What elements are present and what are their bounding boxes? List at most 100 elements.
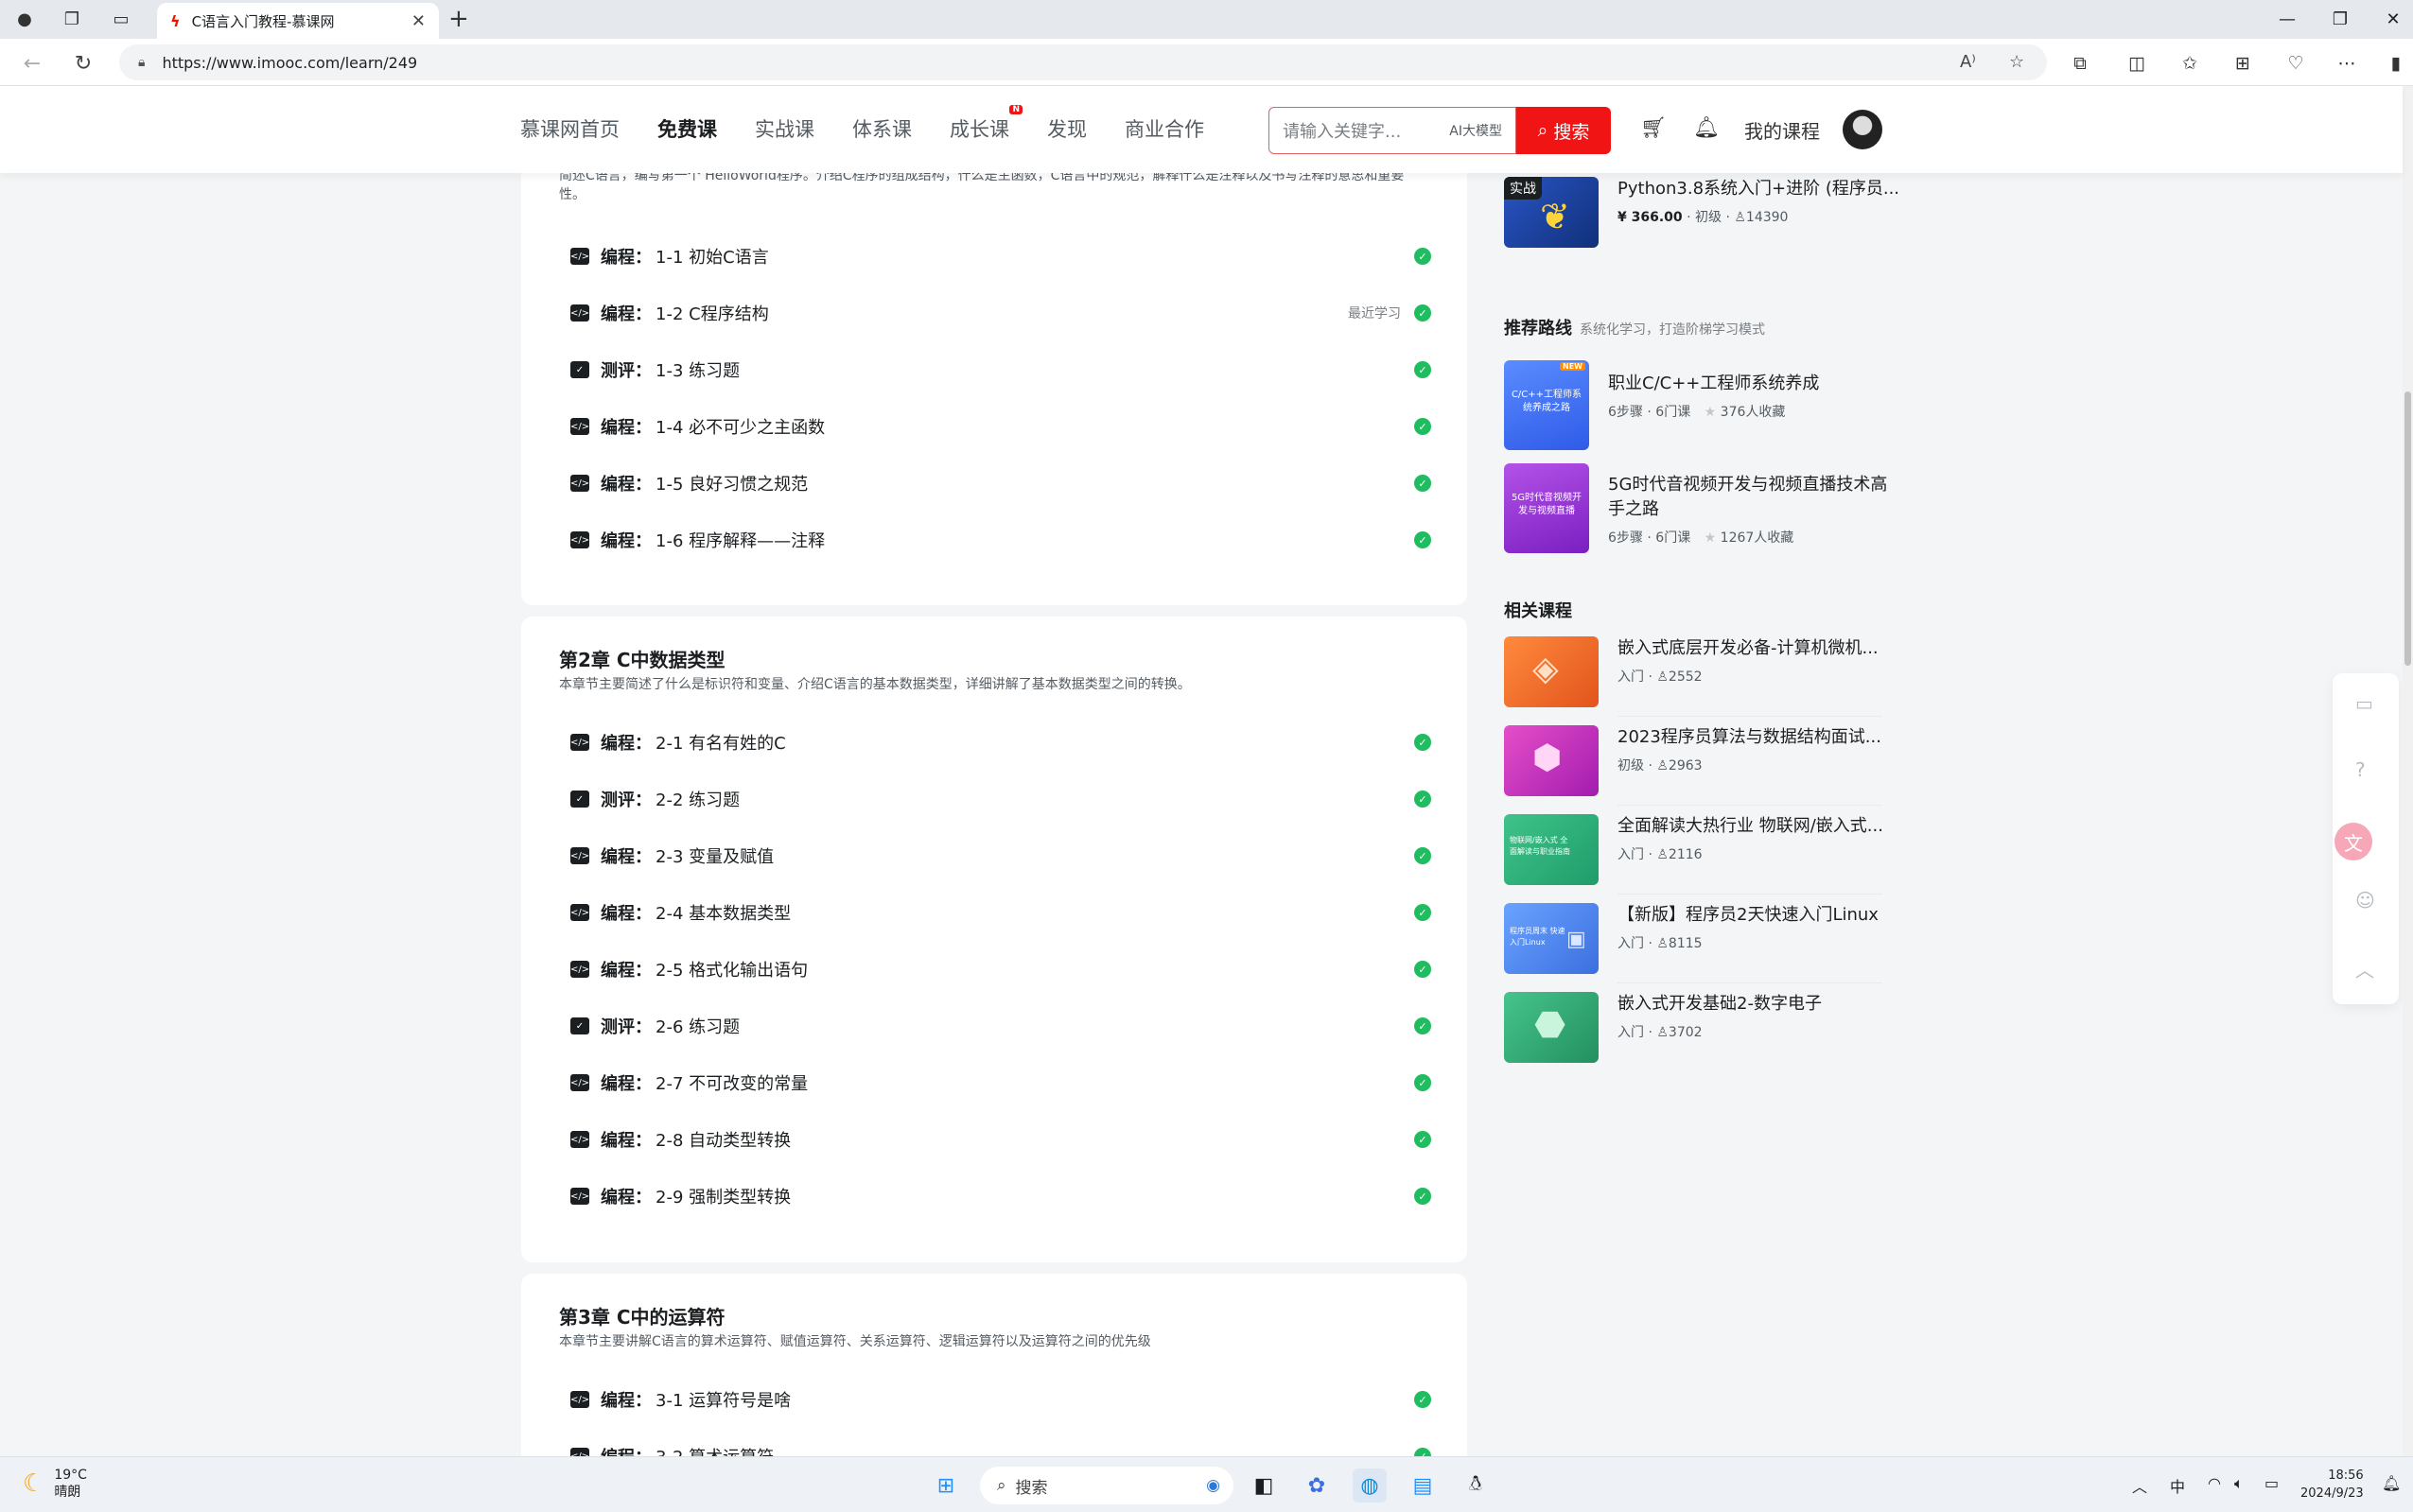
my-courses-link[interactable]: 我的课程 bbox=[1744, 116, 1820, 144]
lesson-item[interactable]: </> 编程： 1-6 程序解释——注释 ✓ bbox=[570, 526, 1431, 554]
related-course-item[interactable]: ⬢ 2023程序员算法与数据结构面试... 初级 · ♙2963 bbox=[1504, 725, 1901, 796]
read-aloud-icon[interactable]: A⁾ bbox=[1960, 52, 1976, 72]
related-course-item[interactable]: ◈ 嵌入式底层开发必备-计算机微机... 入门 · ♙2552 bbox=[1504, 636, 1901, 707]
lesson-item[interactable]: </> 编程： 1-1 初始C语言 ✓ bbox=[570, 242, 1431, 270]
course-meta: 初级 · ♙2963 bbox=[1617, 758, 1703, 773]
sidebar-course-item[interactable]: 实战 ❦ Python3.8系统入门+进阶 (程序员... ¥ 366.00 ·… bbox=[1504, 177, 1901, 248]
extensions-icon[interactable]: ⧉ bbox=[2066, 50, 2094, 77]
feedback-icon[interactable]: ☺ bbox=[2355, 889, 2375, 912]
course-title: 嵌入式开发基础2-数字电子 bbox=[1617, 994, 1822, 1014]
lesson-item[interactable]: ✓ 测评： 2-2 练习题 ✓ bbox=[570, 785, 1431, 813]
wifi-icon[interactable]: ◠ bbox=[2208, 1474, 2221, 1492]
url-field[interactable]: 🔒︎ https://www.imooc.com/learn/249 A⁾ ☆ bbox=[119, 44, 2047, 80]
refresh-icon[interactable]: ↻ bbox=[68, 48, 98, 78]
widgets-icon[interactable]: ✿ bbox=[1300, 1469, 1334, 1503]
route-title: 5G时代音视频开发与视频直播技术高手之路 bbox=[1608, 475, 1888, 519]
notification-bell-icon[interactable]: 🔔︎ bbox=[2382, 1474, 2401, 1492]
nav-practical-courses[interactable]: 实战课 bbox=[755, 114, 814, 143]
lesson-item[interactable]: </> 编程： 3-2 算术运算符✓ bbox=[570, 1442, 1431, 1456]
favorites-icon[interactable]: ✩ bbox=[2176, 50, 2204, 77]
lesson-item[interactable]: </> 编程： 2-9 强制类型转换 ✓ bbox=[570, 1182, 1431, 1210]
related-course-item[interactable]: 程序员周末 快速入门Linux ▣ 【新版】程序员2天快速入门Linux 入门 … bbox=[1504, 903, 1901, 974]
lesson-name: 2-6 练习题 bbox=[656, 1017, 741, 1037]
windows-taskbar: ☾ 19°C 晴朗 ⊞ ⌕ 搜索 ◉ ◧ ✿ ◍ ▤ 🐧︎ ︿ 中 ◠ 🔈︎ ▭… bbox=[0, 1456, 2413, 1512]
lesson-item[interactable]: </> 编程： 1-4 必不可少之主函数 ✓ bbox=[570, 412, 1431, 441]
start-icon[interactable]: ⊞ bbox=[929, 1469, 963, 1503]
bell-icon[interactable]: 🔔︎ bbox=[1693, 116, 1720, 140]
lesson-item[interactable]: ✓ 测评： 1-3 练习题 ✓ bbox=[570, 356, 1431, 384]
scrollbar-thumb[interactable] bbox=[2404, 391, 2411, 666]
related-course-item[interactable]: 物联网/嵌入式 全面解读与职业指南 全面解读大热行业 物联网/嵌入式... 入门… bbox=[1504, 814, 1901, 885]
route-item[interactable]: NEW C/C++工程师系统养成之路 职业C/C++工程师系统养成 6步骤 · … bbox=[1504, 360, 1892, 450]
floating-toolbar: ▭ ? 文 ☺ ︿ bbox=[2333, 673, 2399, 1004]
lesson-item[interactable]: </> 编程： 2-1 有名有姓的C ✓ bbox=[570, 728, 1431, 756]
nav-home[interactable]: 慕课网首页 bbox=[520, 114, 620, 143]
back-to-top-icon[interactable]: ︿ bbox=[2355, 955, 2374, 982]
battery-icon[interactable]: ▭ bbox=[2264, 1474, 2279, 1492]
related-course-item[interactable]: ⬣ 嵌入式开发基础2-数字电子 入门 · ♙3702 bbox=[1504, 992, 1901, 1063]
nav-free-courses[interactable]: 免费课 bbox=[657, 114, 717, 143]
close-window-icon[interactable]: ✕ bbox=[2367, 0, 2413, 39]
tab-actions-icon[interactable]: ▭ bbox=[108, 6, 134, 32]
tray-expand-icon[interactable]: ︿ bbox=[2132, 1474, 2147, 1497]
nav-growth-courses[interactable]: 成长课 N bbox=[950, 105, 1023, 143]
lesson-item[interactable]: </> 编程： 1-5 良好习惯之规范 ✓ bbox=[570, 469, 1431, 497]
help-icon[interactable]: ? bbox=[2355, 758, 2366, 781]
close-tab-icon[interactable]: ✕ bbox=[411, 11, 426, 31]
maximize-icon[interactable]: ❐ bbox=[2314, 0, 2367, 39]
lesson-name: 2-5 格式化输出语句 bbox=[656, 961, 809, 981]
completed-check-icon: ✓ bbox=[1414, 847, 1431, 864]
file-explorer-icon[interactable]: ▤ bbox=[1406, 1469, 1440, 1503]
lesson-item[interactable]: ✓ 测评： 2-6 练习题 ✓ bbox=[570, 1012, 1431, 1040]
message-icon[interactable]: ▭ bbox=[2355, 692, 2373, 715]
lesson-name: 1-3 练习题 bbox=[656, 361, 741, 381]
lesson-item[interactable]: </> 编程： 2-8 自动类型转换 ✓ bbox=[570, 1125, 1431, 1154]
search-input[interactable]: 请输入关键字... AI大模型 bbox=[1268, 107, 1516, 154]
lesson-item[interactable]: </> 编程： 1-2 C程序结构 最近学习 ✓ bbox=[570, 299, 1431, 327]
favorite-star-icon[interactable]: ☆ bbox=[2009, 52, 2024, 72]
collections-icon[interactable]: ⊞ bbox=[2229, 50, 2257, 77]
nav-system-courses[interactable]: 体系课 bbox=[852, 114, 912, 143]
sidebar-toggle-icon[interactable]: ▮ bbox=[2382, 50, 2410, 77]
minimize-icon[interactable]: — bbox=[2261, 0, 2314, 39]
nav-discover[interactable]: 发现 bbox=[1047, 114, 1087, 143]
ime-indicator[interactable]: 中 bbox=[2170, 1474, 2185, 1497]
route-steps: 6步骤 bbox=[1608, 530, 1643, 546]
volume-icon[interactable]: 🔈︎ bbox=[2234, 1474, 2244, 1493]
avatar[interactable] bbox=[1843, 110, 1882, 149]
edge-icon[interactable]: ◍ bbox=[1353, 1469, 1387, 1503]
route-steps: 6步骤 bbox=[1608, 405, 1643, 420]
taskbar-search[interactable]: ⌕ 搜索 ◉ bbox=[980, 1467, 1233, 1504]
course-thumbnail: 实战 ❦ bbox=[1504, 177, 1599, 248]
profile-icon[interactable]: ● bbox=[11, 6, 38, 32]
lesson-item[interactable]: </> 编程： 3-1 运算符号是啥 ✓ bbox=[570, 1385, 1431, 1414]
route-meta: 6步骤 · 6门课 ★ 1267人收藏 bbox=[1608, 530, 1794, 546]
nav-business[interactable]: 商业合作 bbox=[1125, 114, 1204, 143]
split-screen-icon[interactable]: ◫ bbox=[2123, 50, 2151, 77]
chapter-title: 第3章 C中的运算符 bbox=[559, 1306, 726, 1329]
browser-tab[interactable]: ϟ C语言入门教程-慕课网 ✕ bbox=[157, 3, 439, 39]
browser-essentials-icon[interactable]: ♡ bbox=[2282, 50, 2310, 77]
weather-widget[interactable]: ☾ 19°C 晴朗 bbox=[23, 1467, 87, 1501]
linux-file-icon: ▣ bbox=[1566, 928, 1586, 951]
page-scrollbar[interactable] bbox=[2403, 86, 2413, 1456]
lesson-item[interactable]: </> 编程： 2-7 不可改变的常量 ✓ bbox=[570, 1069, 1431, 1097]
qq-icon[interactable]: 🐧︎ bbox=[1459, 1469, 1493, 1503]
translate-icon[interactable]: 文 bbox=[2334, 823, 2372, 860]
lesson-item[interactable]: </> 编程： 2-3 变量及赋值 ✓ bbox=[570, 842, 1431, 870]
system-clock[interactable]: 18:56 2024/9/23 bbox=[2300, 1467, 2364, 1503]
cart-icon[interactable]: 🛒︎ bbox=[1640, 116, 1667, 140]
back-icon[interactable]: ← bbox=[17, 48, 47, 78]
search-ai-tag[interactable]: AI大模型 bbox=[1449, 121, 1502, 140]
lesson-type: 编程： bbox=[601, 1188, 652, 1208]
lesson-item[interactable]: </> 编程： 2-4 基本数据类型 ✓ bbox=[570, 898, 1431, 927]
more-menu-icon[interactable]: ⋯ bbox=[2333, 50, 2361, 77]
route-item[interactable]: 5G时代音视频开发与视频直播 5G时代音视频开发与视频直播技术高手之路 6步骤 … bbox=[1504, 463, 1892, 553]
completed-check-icon: ✓ bbox=[1414, 304, 1431, 322]
search-button[interactable]: ⌕ 搜索 bbox=[1516, 107, 1611, 154]
lesson-item[interactable]: </> 编程： 2-5 格式化输出语句 ✓ bbox=[570, 955, 1431, 983]
workspaces-icon[interactable]: ❐ bbox=[59, 6, 85, 32]
new-tab-icon[interactable]: + bbox=[448, 6, 469, 32]
taskbar-search-label: 搜索 bbox=[1015, 1478, 1048, 1498]
task-view-icon[interactable]: ◧ bbox=[1247, 1469, 1281, 1503]
